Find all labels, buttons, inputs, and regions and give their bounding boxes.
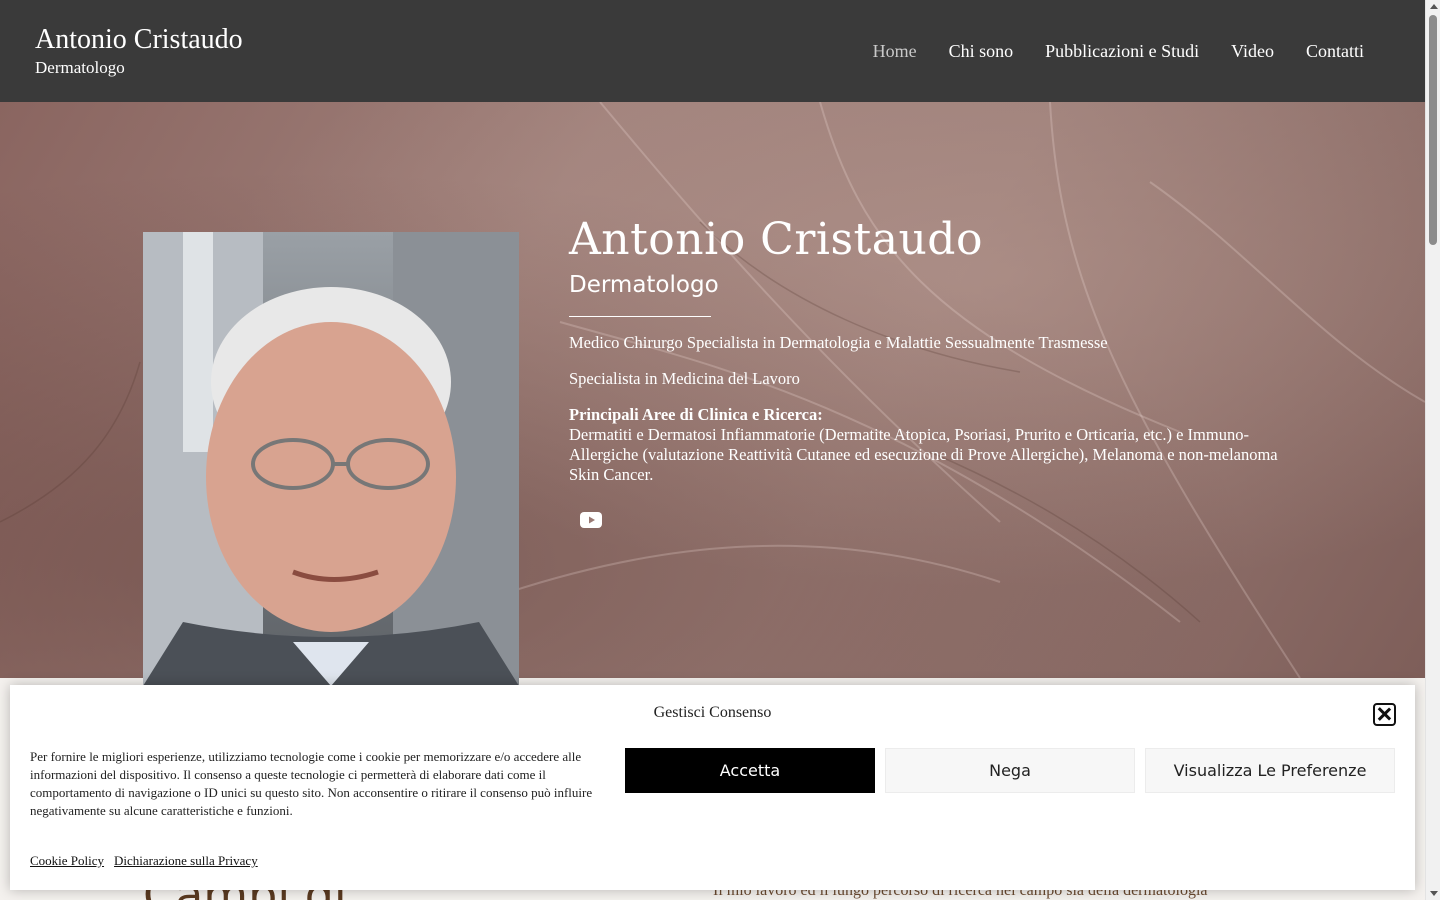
site-header: Antonio Cristaudo Dermatologo Home Chi s… (0, 0, 1425, 102)
scroll-down-arrow-icon[interactable] (1430, 891, 1438, 896)
hero-specialty-2: Specialista in Medicina del Lavoro (569, 369, 800, 388)
hero-areas-title: Principali Aree di Clinica e Ricerca: (569, 405, 823, 424)
cookie-policy-link[interactable]: Cookie Policy (30, 853, 104, 869)
hero-areas-text: Dermatiti e Dermatosi Infiammatorie (Der… (569, 425, 1278, 484)
nav-home[interactable]: Home (873, 40, 917, 62)
hero-name: Antonio Cristaudo (569, 214, 983, 265)
site-brand[interactable]: Antonio Cristaudo Dermatologo (35, 24, 243, 78)
cookie-message: Per fornire le migliori esperienze, util… (30, 749, 593, 818)
cookie-consent-banner: Gestisci Consenso Per fornire le miglior… (10, 685, 1415, 890)
hero-role: Dermatologo (569, 272, 719, 298)
nav-pubblicazioni[interactable]: Pubblicazioni e Studi (1045, 40, 1199, 62)
hero-divider (569, 316, 711, 317)
cookie-title: Gestisci Consenso (653, 704, 772, 721)
accept-button[interactable]: Accetta (625, 748, 875, 793)
portrait-illustration (143, 232, 519, 686)
brand-subtitle: Dermatologo (35, 58, 125, 77)
nav-chi-sono[interactable]: Chi sono (949, 40, 1014, 62)
deny-button[interactable]: Nega (885, 748, 1135, 793)
nav-contatti[interactable]: Contatti (1306, 40, 1364, 62)
privacy-statement-link[interactable]: Dichiarazione sulla Privacy (114, 853, 258, 869)
view-preferences-button[interactable]: Visualizza Le Preferenze (1145, 748, 1395, 793)
scroll-up-arrow-icon[interactable] (1430, 4, 1438, 9)
nav-video[interactable]: Video (1231, 40, 1274, 62)
scroll-thumb[interactable] (1429, 15, 1437, 245)
close-icon[interactable] (1373, 703, 1396, 726)
portrait-photo (143, 232, 519, 686)
brand-name[interactable]: Antonio Cristaudo (35, 24, 243, 56)
hero-areas: Principali Aree di Clinica e Ricerca: De… (569, 405, 1289, 485)
cookie-links: Cookie Policy Dichiarazione sulla Privac… (30, 853, 258, 869)
youtube-icon[interactable] (580, 511, 602, 529)
page-scrollbar[interactable] (1425, 0, 1440, 900)
hero-specialty-1: Medico Chirurgo Specialista in Dermatolo… (569, 333, 1108, 352)
hero-text-block: Antonio Cristaudo Dermatologo Medico Chi… (569, 214, 1289, 501)
main-nav: Home Chi sono Pubblicazioni e Studi Vide… (873, 40, 1364, 62)
